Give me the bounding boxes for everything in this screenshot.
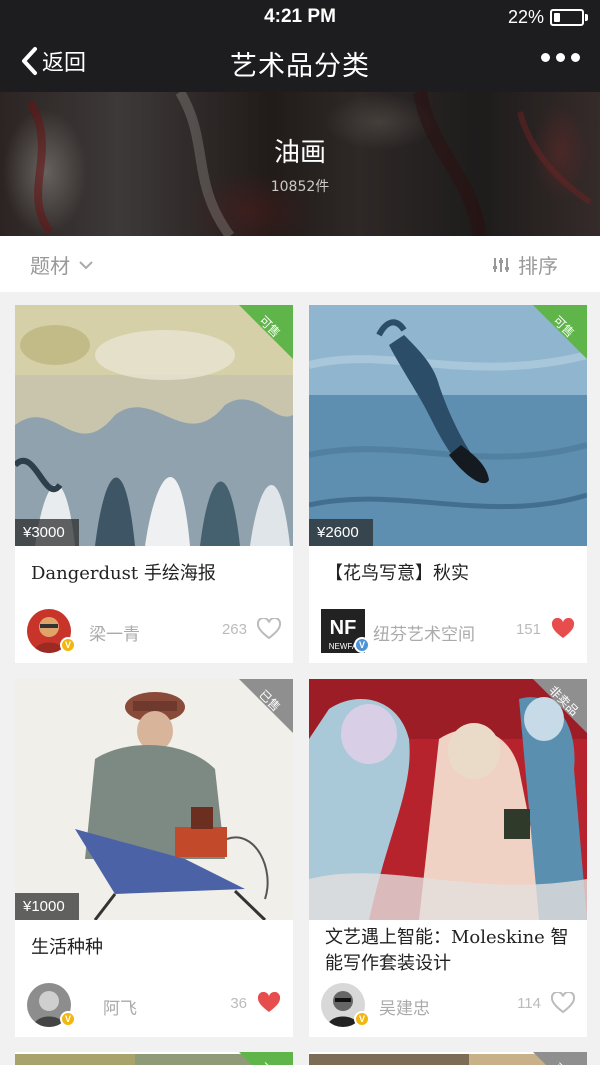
battery-icon (550, 9, 584, 26)
artwork-image: 已售 (309, 1052, 587, 1065)
author-name[interactable]: 梁一青 (89, 620, 140, 645)
svg-text:NF: NF (330, 617, 357, 639)
filter-bar: 题材 排序 (0, 236, 600, 292)
category-banner: 油画 10852件 (0, 92, 600, 236)
battery-percent: 22% (507, 7, 544, 27)
artwork-card[interactable]: 可售 ¥3000 Dangerdust 手绘海报 V 梁一青 263 (15, 305, 293, 663)
artwork-title: Dangerdust 手绘海报 (31, 563, 216, 584)
top-bar: 4:21 PM 22% 返回 艺术品分类 (0, 0, 600, 92)
artwork-image: 已售 ¥1000 (15, 679, 293, 920)
price-tag: ¥1000 (15, 893, 79, 920)
artwork-image: 可售 (15, 1052, 293, 1065)
like-button[interactable]: 114 (517, 992, 575, 1014)
author-row: NF NEWFA V 纽芬艺术空间 151 (321, 609, 575, 653)
sliders-icon (493, 257, 509, 272)
author-name[interactable]: 吴建忠 (379, 994, 430, 1019)
heart-filled-icon (551, 618, 575, 638)
chevron-down-icon (79, 260, 93, 269)
price-tag: ¥3000 (15, 519, 79, 546)
artwork-card[interactable]: 可售 (15, 1052, 293, 1065)
sort-label: 排序 (518, 254, 558, 278)
artwork-image: 可售 ¥2600 (309, 305, 587, 546)
subject-filter-dropdown[interactable]: 题材 (30, 250, 94, 279)
battery-indicator: 22% (508, 7, 588, 28)
author-row: V 吴建忠 114 (321, 983, 575, 1027)
like-count: 36 (230, 994, 247, 1012)
author-row: V 阿飞 36 (27, 983, 281, 1027)
verified-badge-icon: V (354, 1011, 370, 1027)
like-count: 114 (517, 994, 541, 1012)
like-count: 151 (515, 620, 541, 638)
verified-badge-icon: V (60, 637, 76, 653)
nav-bar: 返回 艺术品分类 (0, 36, 600, 92)
artwork-card[interactable]: 非卖品 文艺遇上智能：Moleskine 智能写作套装设计 V 吴建忠 114 (309, 679, 587, 1037)
like-button[interactable]: 36 (230, 992, 281, 1014)
category-count: 10852件 (270, 179, 330, 195)
verified-badge-icon: V (60, 1011, 76, 1027)
artwork-image: 非卖品 (309, 679, 587, 920)
page-title: 艺术品分类 (230, 51, 370, 82)
artwork-card[interactable]: 已售 ¥1000 生活种种 V 阿飞 36 (15, 679, 293, 1037)
category-title: 油画 (273, 138, 326, 168)
price-tag: ¥2600 (309, 519, 373, 546)
sort-button[interactable]: 排序 (492, 250, 558, 279)
like-button[interactable]: 151 (516, 618, 575, 640)
like-button[interactable]: 263 (222, 618, 281, 640)
heart-outline-icon (551, 992, 575, 1014)
artwork-title: 文艺遇上智能：Moleskine 智能写作套装设计 (325, 927, 569, 974)
more-dots-icon[interactable] (541, 53, 580, 62)
heart-filled-icon (257, 992, 281, 1012)
author-row: V 梁一青 263 (27, 609, 281, 653)
subject-filter-label: 题材 (30, 254, 70, 278)
verified-badge-icon: V (354, 637, 370, 653)
like-count: 263 (221, 620, 247, 638)
artwork-card[interactable]: 已售 (309, 1052, 587, 1065)
artwork-image: 可售 ¥3000 (15, 305, 293, 546)
artwork-title: 生活种种 (31, 937, 103, 958)
artwork-card[interactable]: 可售 ¥2600 【花鸟写意】秋实 NF NEWFA V 纽芬艺术空间 151 (309, 305, 587, 663)
author-name[interactable]: 阿飞 (103, 994, 137, 1019)
artwork-title: 【花鸟写意】秋实 (325, 563, 469, 584)
author-name[interactable]: 纽芬艺术空间 (373, 620, 475, 645)
status-bar: 4:21 PM 22% (0, 0, 600, 36)
heart-outline-icon (257, 618, 281, 640)
